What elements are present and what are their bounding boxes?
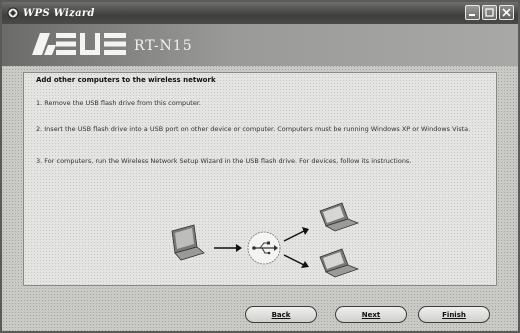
step-2-text: 2. Insert the USB flash drive into a USB…: [36, 125, 471, 133]
usb-icon: [247, 231, 281, 265]
asus-logo: [32, 33, 126, 55]
window-title: WPS Wizard: [23, 7, 95, 19]
laptop-icon: [171, 224, 205, 261]
window-controls: [465, 5, 514, 20]
laptop-icon: [319, 202, 360, 232]
next-button[interactable]: Next: [335, 306, 407, 323]
step-1-text: 1. Remove the USB flash drive from this …: [36, 99, 201, 107]
title-bar[interactable]: WPS Wizard: [2, 2, 518, 24]
content-panel: Add other computers to the wireless netw…: [23, 72, 497, 286]
wizard-window: WPS Wizard RT-N15 Add other computers to…: [0, 0, 520, 333]
close-icon: [502, 8, 511, 17]
back-button[interactable]: Back: [245, 306, 317, 323]
arrow-icon: [283, 254, 309, 268]
header-banner: RT-N15: [2, 24, 518, 66]
finish-button[interactable]: Finish: [418, 306, 490, 323]
panel-heading: Add other computers to the wireless netw…: [36, 76, 216, 84]
wps-logo-icon: [7, 7, 19, 19]
close-button[interactable]: [499, 5, 514, 20]
laptop-icon: [319, 248, 360, 278]
arrow-icon: [283, 227, 309, 242]
maximize-icon: [485, 8, 494, 17]
maximize-button[interactable]: [482, 5, 497, 20]
minimize-icon: [469, 14, 475, 16]
arrow-icon: [214, 244, 242, 252]
step-3-text: 3. For computers, run the Wireless Netwo…: [36, 157, 412, 165]
model-name: RT-N15: [134, 38, 193, 54]
minimize-button[interactable]: [465, 5, 480, 20]
usb-transfer-diagram: [171, 202, 360, 278]
